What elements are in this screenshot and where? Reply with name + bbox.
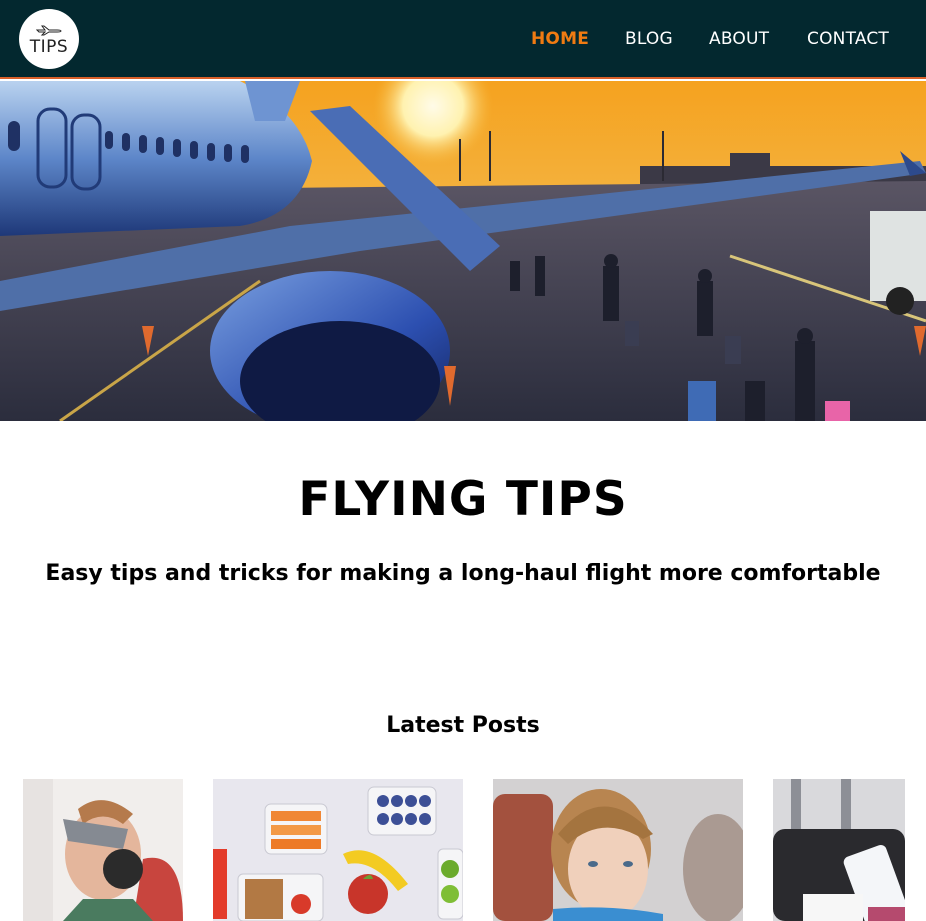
logo-text: TIPS [29, 36, 69, 57]
post-thumbnail-healthy-snacks[interactable] [213, 779, 463, 921]
page-title: FLYING TIPS [298, 472, 628, 527]
nav-about-link[interactable]: ABOUT [709, 29, 769, 49]
page-subtitle: Easy tips and tricks for making a long-h… [45, 561, 881, 586]
post-thumbnail-boarding-pass[interactable] [773, 779, 905, 921]
hero-image [0, 81, 926, 421]
post-thumbnail-traveler[interactable] [493, 779, 743, 921]
airplane-icon [36, 25, 62, 35]
nav-home-link[interactable]: HOME [531, 29, 589, 49]
nav-blog-link[interactable]: BLOG [625, 29, 673, 49]
post-thumbnail-sleep-mask[interactable] [23, 779, 183, 921]
site-header: TIPS HOME BLOG ABOUT CONTACT [0, 0, 926, 79]
latest-posts-heading: Latest Posts [386, 713, 540, 738]
site-logo[interactable]: TIPS [19, 9, 79, 69]
nav-contact-link[interactable]: CONTACT [807, 29, 889, 49]
